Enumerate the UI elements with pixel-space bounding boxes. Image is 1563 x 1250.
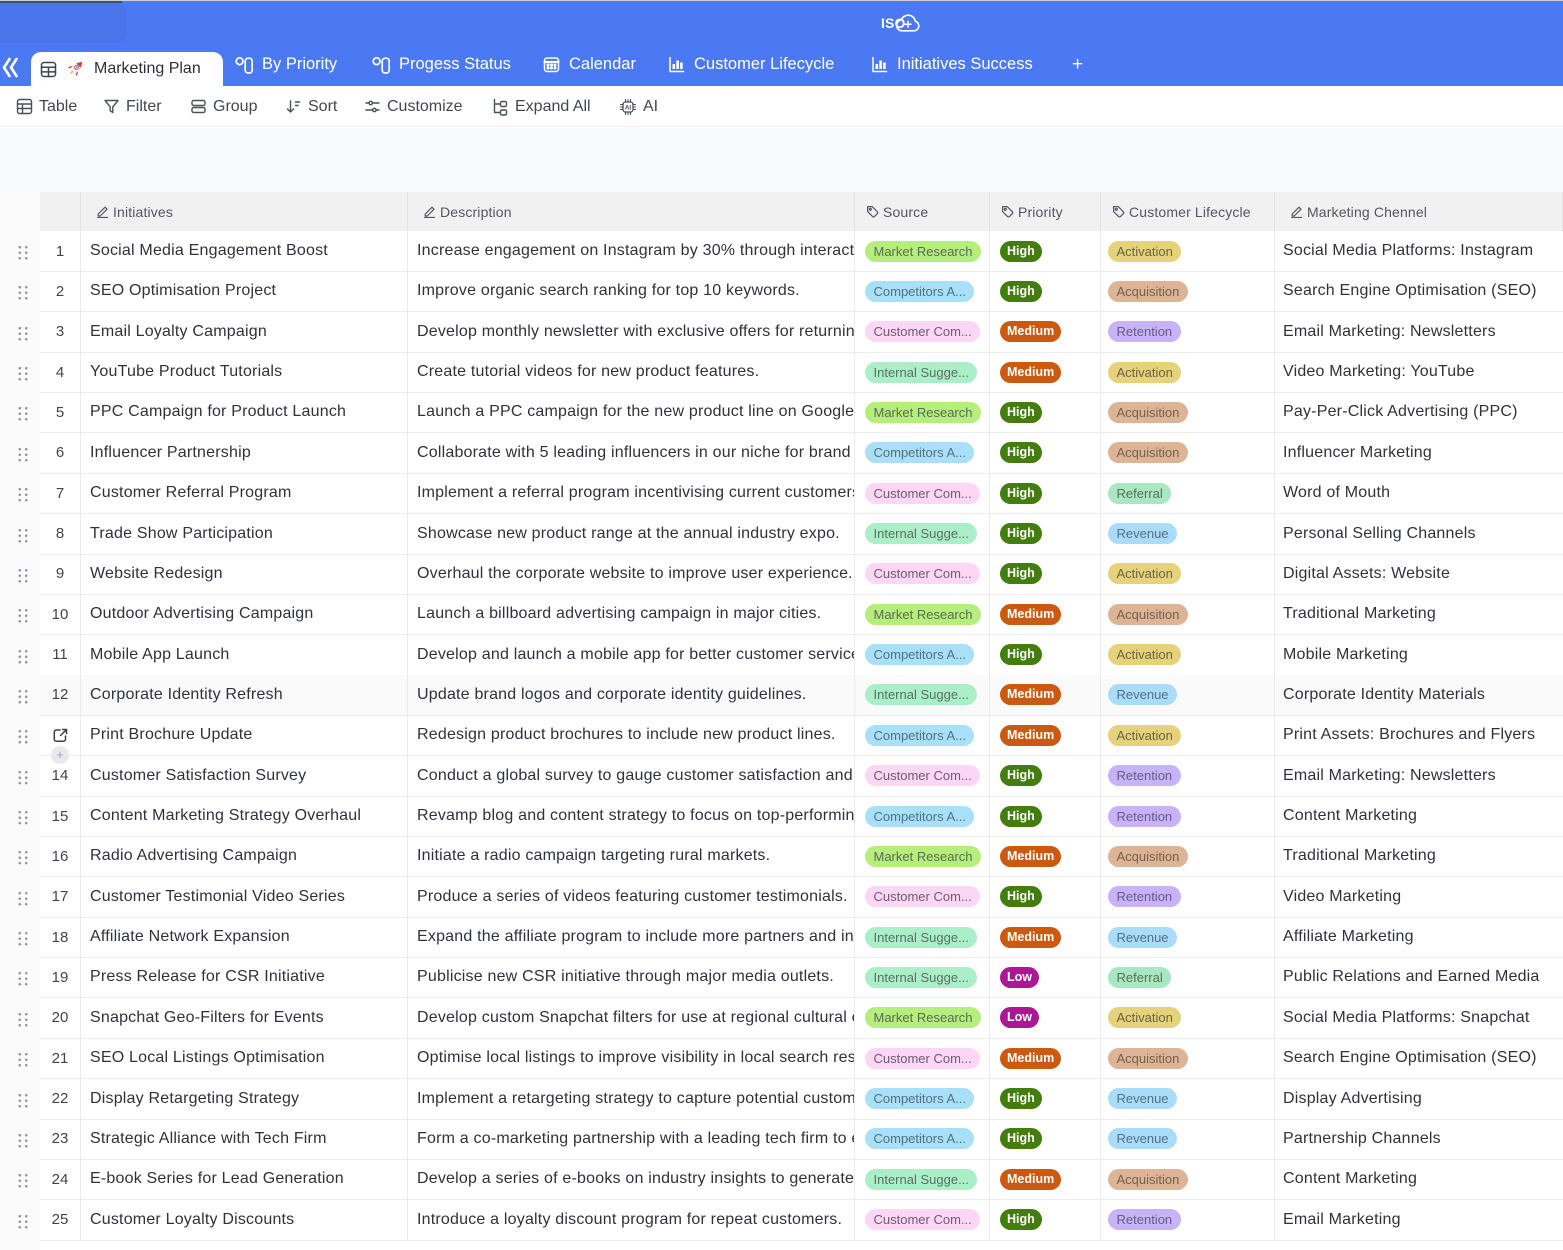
svg-text:AI: AI [625, 104, 632, 111]
svg-text:ISO: ISO [881, 16, 906, 31]
